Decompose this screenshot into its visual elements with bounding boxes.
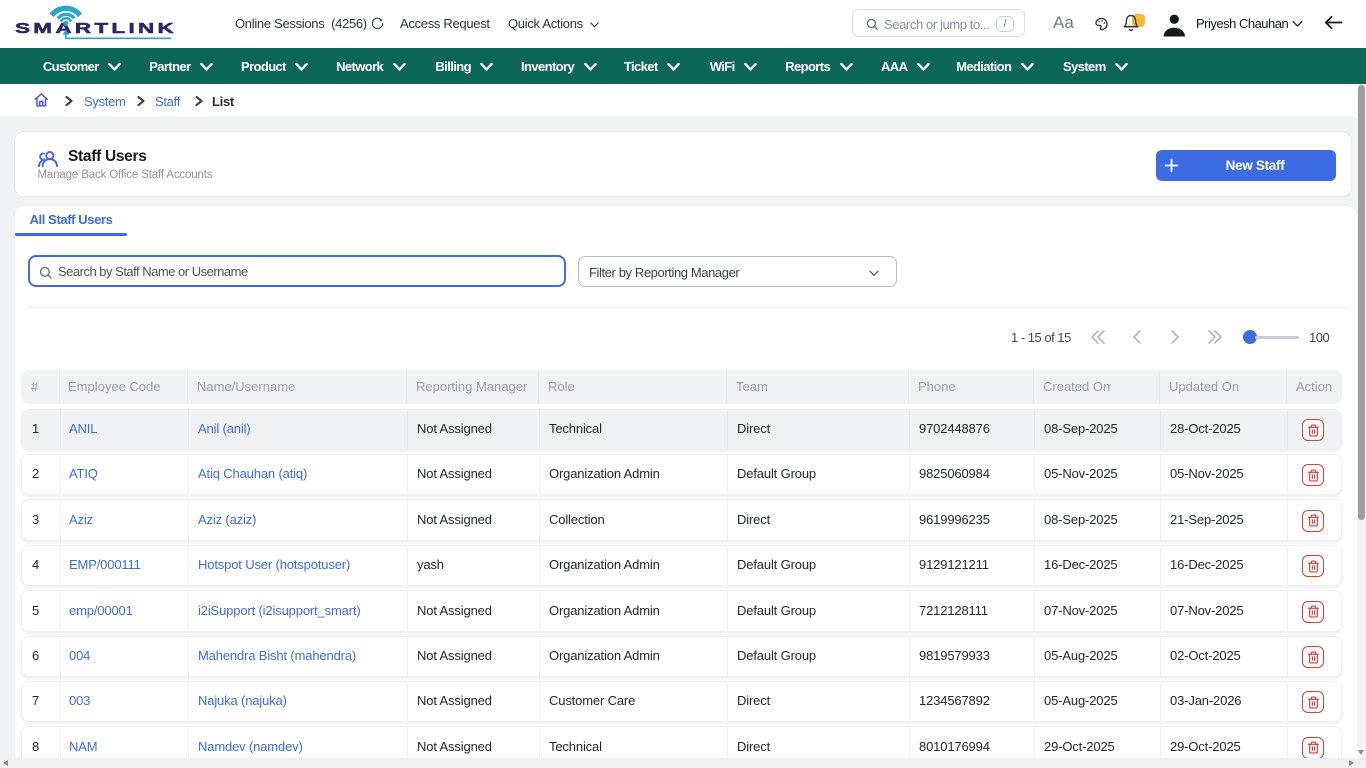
- svg-text:SMARTLINK: SMARTLINK: [15, 20, 177, 36]
